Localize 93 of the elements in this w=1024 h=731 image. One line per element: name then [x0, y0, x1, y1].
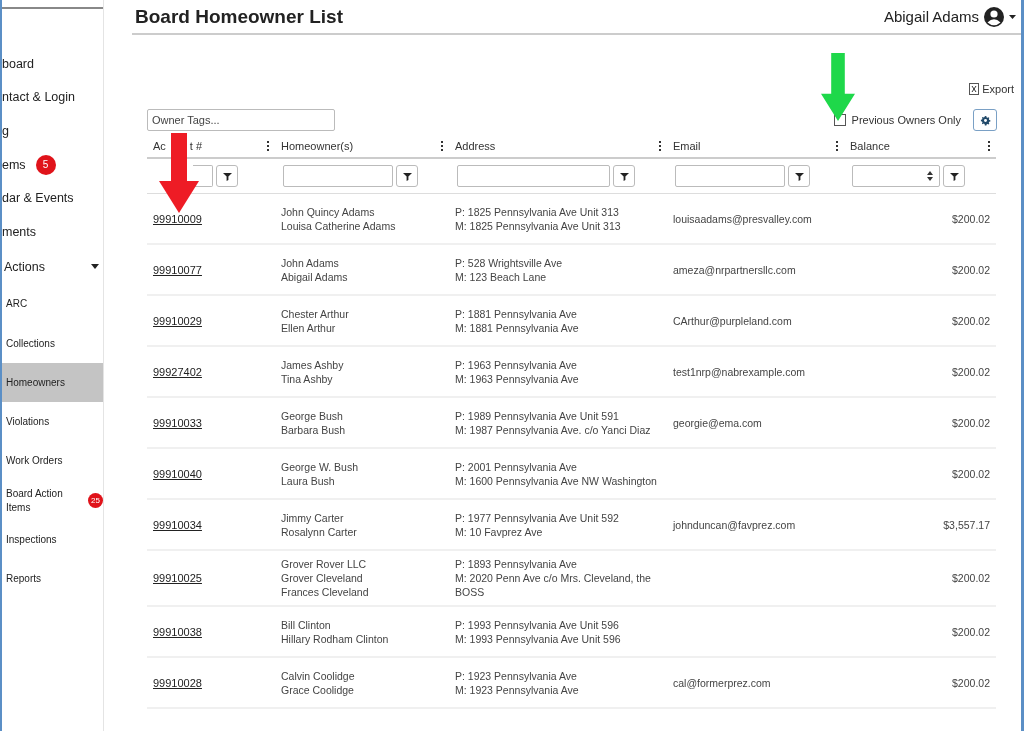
email-text: cal@formerprez.com [673, 676, 771, 689]
address-text: P: 1963 Pennsylvania Ave M: 1963 Pennsylvania Ave [455, 357, 580, 386]
settings-button[interactable] [973, 109, 997, 131]
address-text: P: 1923 Pennsylvania Ave M: 1923 Pennsylvania Ave [455, 668, 580, 697]
email-text: CArthur@purpleland.com [673, 314, 792, 327]
filter-button[interactable] [396, 165, 418, 187]
filter-icon [619, 171, 629, 181]
address-text: P: 1825 Pennsylvania Ave Unit 313 M: 1825 Pennsylvania Ave Unit 313 [455, 204, 622, 233]
sidebar-item[interactable]: Actions [2, 248, 103, 285]
email-text: louisaadams@presvalley.com [673, 212, 812, 225]
spinner-icon [927, 171, 933, 181]
address-text: P: 1989 Pennsylvania Ave Unit 591 M: 1987 Pennsylvania Ave. c/o Yanci Diaz [455, 408, 652, 437]
address-text: P: 528 Wrightsville Ave M: 123 Beach Lane [455, 255, 563, 284]
address-text: P: 1977 Pennsylvania Ave Unit 592 M: 10 Favprez Ave [455, 510, 620, 539]
account-link[interactable]: 99910040 [153, 467, 202, 480]
column-header[interactable]: t # [189, 140, 203, 152]
address-text: P: 2001 Pennsylvania Ave M: 1600 Pennsylvania Ave NW Washington [455, 459, 658, 488]
sidebar-item[interactable]: ARC [2, 284, 103, 324]
balance-text: $200.02 [952, 467, 990, 480]
balance-text: $3,557.17 [943, 518, 990, 531]
account-link[interactable]: 99910009 [153, 212, 202, 225]
sidebar-item[interactable]: g [2, 114, 103, 148]
email-text: test1nrp@nabrexample.com [673, 365, 806, 378]
column-header[interactable]: Homeowner(s) [281, 140, 354, 152]
user-menu-icon[interactable] [983, 4, 1017, 29]
homeowner-names: Jimmy Carter Rosalynn Carter [281, 510, 358, 539]
account-link[interactable]: 99910034 [153, 518, 202, 531]
user-name: Abigail Adams [883, 8, 979, 25]
address-text: P: 1881 Pennsylvania Ave M: 1881 Pennsylvania Ave [455, 306, 580, 335]
balance-text: $200.02 [952, 676, 990, 689]
sidebar-item[interactable]: Reports [2, 559, 103, 599]
email-text: johnduncan@favprez.com [673, 518, 796, 531]
filter-icon [794, 171, 804, 181]
account-link[interactable]: 99910025 [153, 572, 202, 584]
sidebar-item[interactable]: board [2, 47, 103, 81]
homeowner-names: James Ashby Tina Ashby [281, 357, 345, 386]
account-link[interactable]: 99927402 [153, 365, 202, 378]
sidebar-item[interactable]: ments [2, 214, 103, 249]
homeowner-names: Grover Rover LLC Grover Cleveland Frances Cleveland [281, 557, 370, 599]
count-badge: 25 [88, 493, 103, 509]
count-badge: 5 [35, 154, 56, 175]
page-title: Board Homeowner List [135, 5, 343, 28]
email-text: georgie@ema.com [673, 416, 762, 429]
homeowner-names: Calvin Coolidge Grace Coolidge [281, 668, 356, 697]
spreadsheet-icon [969, 83, 980, 95]
balance-text: $200.02 [952, 263, 990, 276]
balance-text: $200.02 [952, 314, 990, 327]
filter-button[interactable] [216, 165, 238, 187]
sidebar-item[interactable]: Collections [2, 323, 103, 364]
sidebar-item[interactable]: Work Orders [2, 441, 103, 482]
account-link[interactable]: 99910028 [153, 676, 202, 689]
filter-field[interactable] [283, 165, 393, 187]
filter-button[interactable] [788, 165, 810, 187]
account-link[interactable]: 99910038 [153, 625, 202, 638]
homeowner-names: George Bush Barbara Bush [281, 408, 347, 437]
filter-field[interactable] [457, 165, 610, 187]
account-link[interactable]: 99910033 [153, 416, 202, 429]
homeowner-names: George W. Bush Laura Bush [281, 459, 360, 488]
filter-field[interactable] [852, 165, 940, 187]
account-link[interactable]: 99910077 [153, 263, 202, 276]
column-header[interactable]: Balance [850, 140, 890, 152]
sidebar-item[interactable]: ntact & Login [2, 80, 103, 115]
email-text: ameza@nrpartnersllc.com [673, 263, 796, 276]
homeowner-names: John Adams Abigail Adams [281, 255, 349, 284]
export-button[interactable]: Export [966, 81, 1017, 97]
homeowner-names: Chester Arthur Ellen Arthur [281, 306, 350, 335]
homeowner-names: Bill Clinton Hillary Rodham Clinton [281, 617, 390, 646]
filter-button[interactable] [613, 165, 635, 187]
column-header[interactable]: Address [455, 140, 496, 152]
balance-text: $200.02 [952, 416, 990, 429]
account-link[interactable]: 99910029 [153, 314, 202, 327]
filter-field[interactable] [675, 165, 785, 187]
sidebar-item[interactable]: dar & Events [2, 181, 103, 215]
address-text: P: 1993 Pennsylvania Ave Unit 596 M: 1993 Pennsylvania Ave Unit 596 [455, 617, 622, 646]
sidebar-item[interactable]: Homeowners [2, 363, 103, 403]
filter-button[interactable] [943, 165, 965, 187]
balance-text: $200.02 [952, 625, 990, 638]
settings-icon [979, 114, 991, 126]
sidebar-item[interactable]: ems 5 [2, 147, 103, 182]
filter-icon [222, 171, 232, 181]
column-header[interactable]: Ac [153, 140, 166, 152]
balance-text: $200.02 [952, 572, 990, 584]
homeowner-names: John Quincy Adams Louisa Catherine Adams [281, 204, 397, 233]
sidebar-item[interactable]: Board Action Items 25 [2, 481, 103, 521]
sidebar-item[interactable]: Violations [2, 402, 103, 442]
address-text: P: 1893 Pennsylvania Ave M: 2020 Penn Ave c/o Mrs. Cleveland, the BOSS [455, 557, 652, 599]
balance-text: $200.02 [952, 365, 990, 378]
owner-tags-field[interactable]: Owner Tags... [147, 109, 335, 131]
filter-icon [402, 171, 412, 181]
filter-icon [949, 171, 959, 181]
sidebar-item[interactable]: Inspections [2, 520, 103, 560]
column-header[interactable]: Email [673, 140, 701, 152]
balance-text: $200.02 [952, 212, 990, 225]
